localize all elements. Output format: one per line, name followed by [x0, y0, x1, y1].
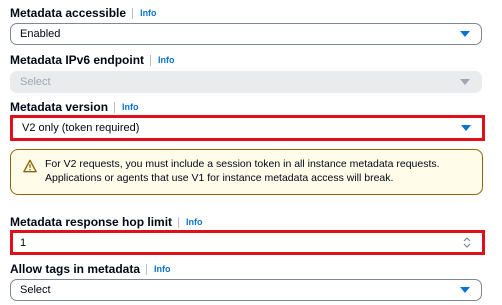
- warning-alert-line-1: For V2 requests, you must include a sess…: [45, 158, 440, 170]
- warning-alert-text: For V2 requests, you must include a sess…: [45, 150, 440, 194]
- metadata-accessible-label: Metadata accessible: [10, 6, 127, 20]
- metadata-accessible-label-row: Metadata accessible Info: [10, 5, 157, 21]
- hop-limit-label: Metadata response hop limit: [10, 215, 173, 229]
- ipv6-endpoint-info-link[interactable]: Info: [158, 55, 175, 65]
- divider: [132, 7, 134, 19]
- allow-tags-label-row: Allow tags in metadata Info: [10, 261, 171, 277]
- allow-tags-info-link[interactable]: Info: [154, 264, 171, 274]
- allow-tags-label: Allow tags in metadata: [10, 262, 141, 276]
- metadata-accessible-value: Enabled: [20, 28, 61, 40]
- divider: [146, 263, 148, 275]
- divider: [150, 54, 152, 66]
- metadata-accessible-info-link[interactable]: Info: [140, 8, 157, 18]
- ipv6-endpoint-placeholder: Select: [20, 76, 51, 88]
- highlight-box-hop-limit: [10, 230, 485, 255]
- allow-tags-select[interactable]: Select: [10, 279, 482, 301]
- hop-limit-info-link[interactable]: Info: [186, 217, 203, 227]
- warning-alert-line-2: Applications or agents that use V1 for i…: [45, 172, 394, 184]
- metadata-version-label: Metadata version: [10, 100, 109, 114]
- hop-limit-label-row: Metadata response hop limit Info: [10, 214, 203, 230]
- metadata-accessible-select[interactable]: Enabled: [10, 23, 482, 45]
- ipv6-endpoint-select: Select: [10, 71, 482, 93]
- divider: [114, 101, 116, 113]
- caret-down-icon: [460, 31, 470, 37]
- caret-down-icon: [460, 287, 470, 293]
- caret-down-icon: [460, 79, 470, 85]
- metadata-version-info-link[interactable]: Info: [122, 102, 139, 112]
- highlight-box-metadata-version: [10, 115, 485, 141]
- ipv6-endpoint-label: Metadata IPv6 endpoint: [10, 53, 145, 67]
- metadata-version-label-row: Metadata version Info: [10, 99, 139, 115]
- ipv6-endpoint-label-row: Metadata IPv6 endpoint Info: [10, 52, 175, 68]
- warning-icon: [23, 159, 37, 173]
- divider: [178, 216, 180, 228]
- warning-alert: For V2 requests, you must include a sess…: [10, 149, 483, 195]
- allow-tags-value: Select: [20, 284, 51, 296]
